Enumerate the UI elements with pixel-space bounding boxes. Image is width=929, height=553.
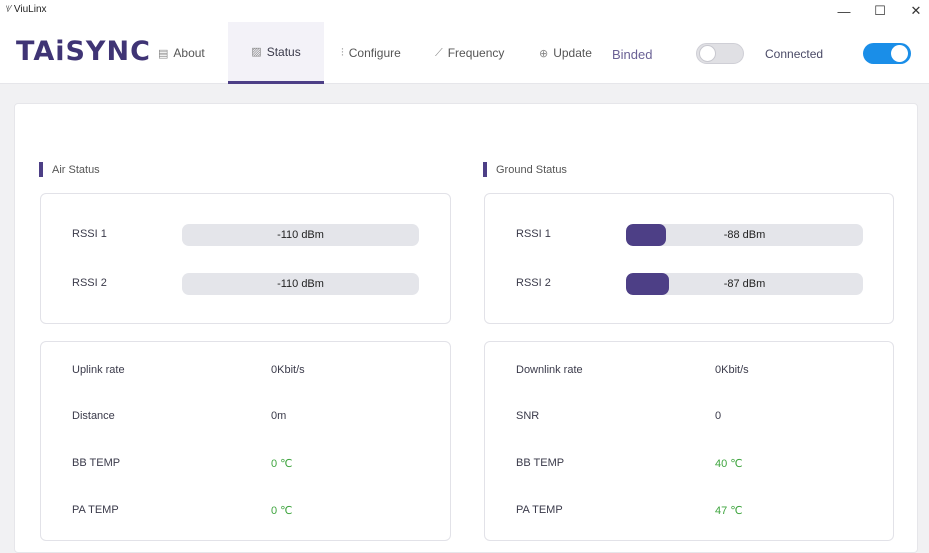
- connected-label: Connected: [765, 47, 824, 61]
- ground-rssi-2-label: RSSI 2: [516, 277, 551, 289]
- snr-value: 0: [715, 410, 722, 422]
- binded-toggle[interactable]: [696, 43, 744, 64]
- air-status-heading: Air Status: [39, 162, 100, 177]
- air-rssi-1-row: RSSI 1 -110 dBm: [41, 224, 450, 246]
- air-rssi-1-label: RSSI 1: [72, 228, 107, 240]
- air-pa-temp-label: PA TEMP: [72, 504, 119, 516]
- ground-rssi-1-bar: -88 dBm: [626, 224, 863, 246]
- toggle-knob: [891, 45, 908, 62]
- stat-row: BB TEMP 0 ℃: [41, 457, 450, 473]
- ground-rssi-2-row: RSSI 2 -87 dBm: [485, 273, 893, 295]
- toggle-knob: [699, 45, 716, 62]
- sliders-icon: ⫶: [341, 46, 344, 59]
- brand-logo: TAiSYNC: [16, 36, 151, 67]
- tab-frequency-label: Frequency: [447, 46, 505, 60]
- air-rssi-2-row: RSSI 2 -110 dBm: [41, 273, 450, 295]
- ground-pa-temp-value: 47 ℃: [715, 505, 743, 517]
- tab-frequency[interactable]: ⟋ Frequency: [435, 22, 504, 84]
- ground-rssi-1-label: RSSI 1: [516, 228, 551, 240]
- ground-stats-card: Downlink rate 0Kbit/s SNR 0 BB TEMP 40 ℃…: [484, 341, 894, 541]
- stat-row: BB TEMP 40 ℃: [485, 457, 893, 473]
- image-icon: ▨: [251, 46, 262, 58]
- title-bar: ᵞ⁄ ViuLinx — ☐ ✕: [0, 0, 929, 22]
- air-bb-temp-value: 0 ℃: [271, 458, 293, 470]
- air-rssi-2-label: RSSI 2: [72, 277, 107, 289]
- connected-toggle[interactable]: [863, 43, 911, 64]
- air-rssi-1-value: -110 dBm: [277, 229, 324, 241]
- tab-about-label: About: [173, 46, 205, 60]
- stat-row: PA TEMP 47 ℃: [485, 504, 893, 520]
- ground-rssi-2-bar: -87 dBm: [626, 273, 863, 295]
- uplink-rate-label: Uplink rate: [72, 364, 125, 376]
- section-marker: [483, 162, 487, 177]
- binded-label: Binded: [612, 47, 653, 62]
- air-rssi-2-value: -110 dBm: [277, 278, 324, 290]
- tab-about[interactable]: ▤ About: [158, 22, 205, 84]
- ground-rssi-1-value: -88 dBm: [723, 229, 766, 241]
- ground-pa-temp-label: PA TEMP: [516, 504, 563, 516]
- distance-label: Distance: [72, 410, 115, 422]
- tab-status-label: Status: [266, 44, 301, 59]
- tab-status[interactable]: ▨ Status: [228, 22, 324, 84]
- ground-bb-temp-value: 40 ℃: [715, 458, 743, 470]
- minimize-icon: —: [837, 3, 851, 19]
- air-stats-card: Uplink rate 0Kbit/s Distance 0m BB TEMP …: [40, 341, 451, 541]
- top-nav: TAiSYNC ▤ About ▨ Status ⫶ Configure ⟋ F…: [0, 22, 929, 84]
- ground-rssi-card: RSSI 1 -88 dBm RSSI 2 -87 dBm: [484, 193, 894, 324]
- upload-circle-icon: ⊕: [539, 47, 549, 60]
- viulinx-logo-icon: ᵞ⁄: [6, 4, 11, 15]
- maximize-icon: ☐: [874, 3, 886, 18]
- ground-rssi-1-row: RSSI 1 -88 dBm: [485, 224, 893, 246]
- air-pa-temp-value: 0 ℃: [271, 505, 293, 517]
- downlink-rate-value: 0Kbit/s: [715, 364, 749, 376]
- app-title: ᵞ⁄ ViuLinx: [6, 4, 47, 15]
- close-button[interactable]: ✕: [898, 2, 929, 20]
- monitor-icon: ▤: [158, 47, 169, 60]
- snr-label: SNR: [516, 410, 540, 422]
- stat-row: PA TEMP 0 ℃: [41, 504, 450, 520]
- ground-bb-temp-label: BB TEMP: [516, 457, 565, 469]
- app-title-text: ViuLinx: [13, 4, 47, 15]
- ground-status-title: Ground Status: [496, 163, 567, 176]
- downlink-rate-label: Downlink rate: [516, 364, 583, 376]
- tab-configure[interactable]: ⫶ Configure: [341, 22, 401, 84]
- tab-update-label: Update: [553, 46, 592, 60]
- stat-row: Distance 0m: [41, 410, 450, 426]
- air-rssi-1-bar: -110 dBm: [182, 224, 419, 246]
- section-marker: [39, 162, 43, 177]
- chart-line-icon: ⟋: [435, 46, 443, 59]
- uplink-rate-value: 0Kbit/s: [271, 364, 305, 376]
- tab-configure-label: Configure: [348, 46, 401, 60]
- tab-update[interactable]: ⊕ Update: [539, 22, 592, 84]
- distance-value: 0m: [271, 410, 287, 422]
- air-bb-temp-label: BB TEMP: [72, 457, 121, 469]
- ground-status-heading: Ground Status: [483, 162, 567, 177]
- air-status-title: Air Status: [52, 163, 100, 176]
- stat-row: Downlink rate 0Kbit/s: [485, 364, 893, 380]
- ground-rssi-2-value: -87 dBm: [723, 278, 766, 290]
- stat-row: Uplink rate 0Kbit/s: [41, 364, 450, 380]
- maximize-button[interactable]: ☐: [862, 2, 898, 20]
- status-panel: Air Status Ground Status RSSI 1 -110 dBm…: [14, 103, 918, 553]
- air-rssi-card: RSSI 1 -110 dBm RSSI 2 -110 dBm: [40, 193, 451, 324]
- stat-row: SNR 0: [485, 410, 893, 426]
- air-rssi-2-bar: -110 dBm: [182, 273, 419, 295]
- close-icon: ✕: [910, 3, 922, 18]
- minimize-button[interactable]: —: [826, 2, 862, 20]
